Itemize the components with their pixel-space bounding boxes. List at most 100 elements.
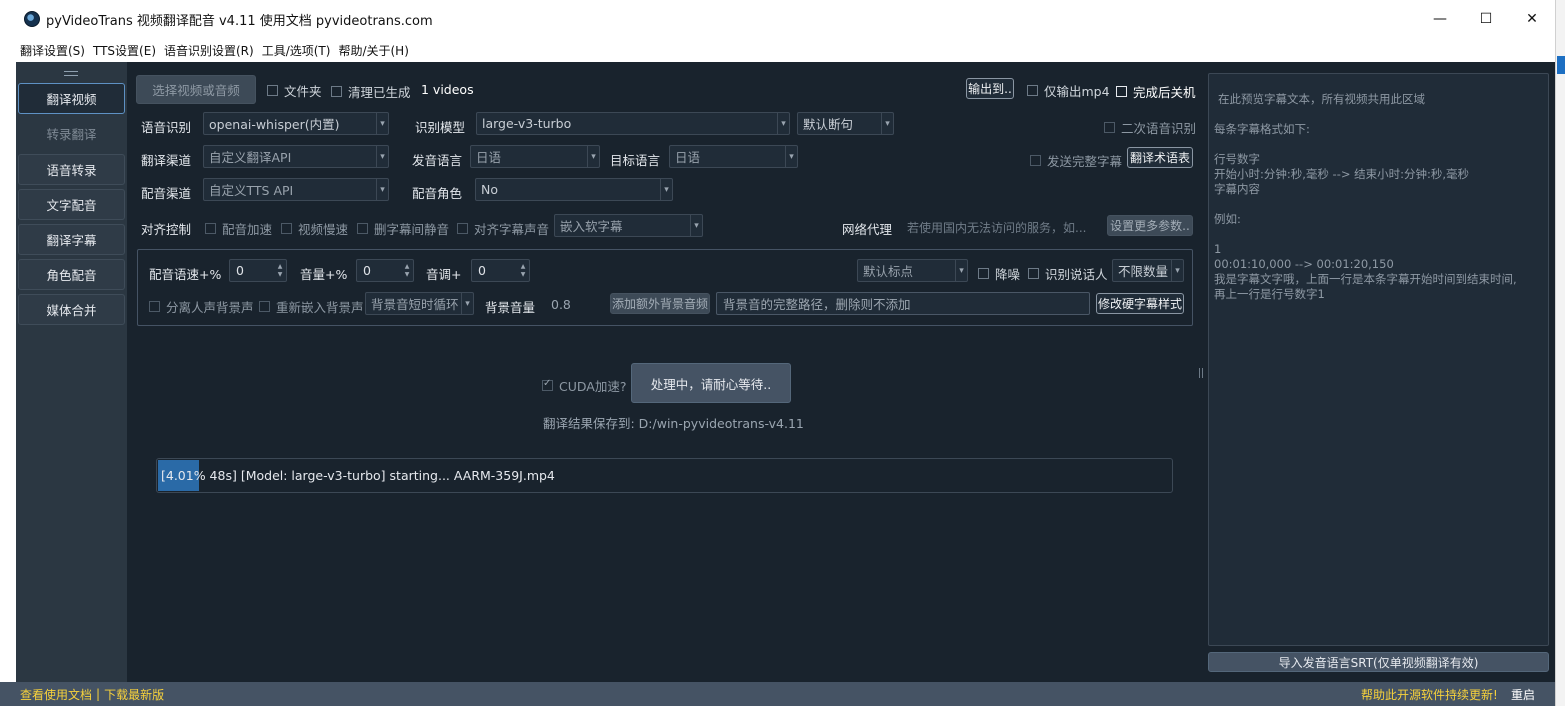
import-srt-button[interactable]: 导入发音语言SRT(仅单视频翻译有效) bbox=[1208, 652, 1549, 672]
checkbox-icon bbox=[331, 86, 342, 97]
only-mp4-checkbox[interactable]: 仅输出mp4 bbox=[1027, 81, 1110, 100]
asr-engine-select[interactable]: openai-whisper(内置) ▾ bbox=[203, 112, 389, 135]
download-link[interactable]: 下载最新版 bbox=[104, 686, 164, 703]
folder-checkbox[interactable]: 文件夹 bbox=[267, 81, 322, 100]
progress-text: [4.01% 48s] [Model: large-v3-turbo] star… bbox=[161, 468, 555, 483]
bgm-path-input[interactable]: 背景音的完整路径，删除则不添加 bbox=[716, 292, 1090, 315]
minimize-button[interactable]: — bbox=[1417, 0, 1463, 38]
source-language-label: 发音语言 bbox=[412, 153, 463, 168]
asr-model-select[interactable]: large-v3-turbo ▾ bbox=[476, 112, 790, 135]
sidebar-item-translate-video[interactable]: 翻译视频 bbox=[18, 83, 125, 114]
chevron-down-icon: ▾ bbox=[690, 215, 702, 236]
window-title: pyVideoTrans 视频翻译配音 v4.11 使用文档 pyvideotr… bbox=[46, 13, 433, 29]
menu-help[interactable]: 帮助/关于(H) bbox=[334, 42, 412, 59]
menu-asr-settings[interactable]: 语音识别设置(R) bbox=[160, 42, 258, 59]
separate-vocals-checkbox[interactable]: 分离人声背景声 bbox=[149, 297, 254, 316]
shutdown-after-checkbox[interactable]: 完成后关机 bbox=[1116, 82, 1196, 101]
bgm-volume-value[interactable]: 0.8 bbox=[551, 297, 571, 312]
dub-rate-stepper[interactable]: 0 ▲ ▼ bbox=[229, 259, 287, 282]
sidebar-item-translate-subtitle[interactable]: 翻译字幕 bbox=[18, 224, 125, 255]
pitch-label: 音调+ bbox=[426, 267, 462, 282]
stepper-arrows-icon[interactable]: ▲ ▼ bbox=[274, 260, 286, 281]
denoise-checkbox[interactable]: 降噪 bbox=[978, 264, 1020, 283]
menu-tts-settings[interactable]: TTS设置(E) bbox=[89, 42, 160, 59]
asr-model-label: 识别模型 bbox=[415, 120, 466, 135]
glossary-button[interactable]: 翻译术语表 bbox=[1127, 147, 1193, 168]
preview-line: 每条字幕格式如下: bbox=[1214, 122, 1310, 136]
preview-placeholder: 在此预览字幕文本，所有视频共用此区域 bbox=[1218, 92, 1425, 106]
asr-label: 语音识别 bbox=[141, 120, 192, 135]
sidebar-item-text-dubbing[interactable]: 文字配音 bbox=[18, 189, 125, 220]
volume-stepper[interactable]: 0 ▲ ▼ bbox=[356, 259, 414, 282]
proxy-input[interactable]: 若使用国内无法访问的服务，如... bbox=[907, 219, 1086, 236]
cuda-checkbox[interactable]: CUDA加速? bbox=[542, 376, 626, 395]
hard-subtitle-style-button[interactable]: 修改硬字幕样式 bbox=[1096, 293, 1184, 314]
restart-button[interactable]: 重启 bbox=[1511, 686, 1535, 703]
preview-line: 开始小时:分钟:秒,毫秒 --> 结束小时:分钟:秒,毫秒 bbox=[1214, 167, 1470, 181]
add-bgm-button[interactable]: 添加额外背景音频 bbox=[610, 293, 710, 314]
voice-role-label: 配音角色 bbox=[412, 186, 463, 201]
chevron-down-icon: ▾ bbox=[376, 179, 388, 200]
stepper-arrows-icon[interactable]: ▲ ▼ bbox=[401, 260, 413, 281]
stepper-arrows-icon[interactable]: ▲ ▼ bbox=[517, 260, 529, 281]
align-subtitle-checkbox[interactable]: 对齐字幕声音 bbox=[457, 219, 549, 238]
more-settings-button[interactable]: 设置更多参数.. bbox=[1107, 215, 1193, 236]
output-to-button[interactable]: 输出到.. bbox=[966, 78, 1014, 99]
target-language-select[interactable]: 日语 ▾ bbox=[669, 145, 798, 168]
sidebar-item-role-dubbing[interactable]: 角色配音 bbox=[18, 259, 125, 290]
tts-channel-select[interactable]: 自定义TTS API ▾ bbox=[203, 178, 389, 201]
title-bar: pyVideoTrans 视频翻译配音 v4.11 使用文档 pyvideotr… bbox=[0, 0, 1555, 38]
sidebar-grip-icon[interactable] bbox=[64, 71, 78, 76]
status-bar: 查看使用文档 | 下载最新版 帮助此开源软件持续更新! 重启 bbox=[0, 682, 1555, 706]
second-asr-checkbox[interactable]: 二次语音识别 bbox=[1104, 118, 1196, 137]
clean-generated-checkbox[interactable]: 清理已生成 bbox=[331, 82, 411, 101]
splitter-handle-icon[interactable] bbox=[1199, 368, 1203, 378]
progress-bar[interactable]: [4.01% 48s] [Model: large-v3-turbo] star… bbox=[156, 458, 1173, 493]
pitch-stepper[interactable]: 0 ▲ ▼ bbox=[471, 259, 530, 282]
support-link[interactable]: 帮助此开源软件持续更新! bbox=[1361, 686, 1498, 703]
split-mode-select[interactable]: 默认断句 ▾ bbox=[797, 112, 894, 135]
voice-role-select[interactable]: No ▾ bbox=[475, 178, 673, 201]
checkbox-icon bbox=[149, 301, 160, 312]
chevron-down-icon: ▾ bbox=[587, 146, 599, 167]
sidebar-item-media-merge[interactable]: 媒体合并 bbox=[18, 294, 125, 325]
punctuation-select[interactable]: 默认标点 ▾ bbox=[857, 259, 968, 282]
checkbox-icon bbox=[1027, 85, 1038, 96]
send-full-subtitle-checkbox[interactable]: 发送完整字幕 bbox=[1030, 151, 1122, 170]
maximize-button[interactable]: ☐ bbox=[1463, 0, 1509, 38]
menu-translate-settings[interactable]: 翻译设置(S) bbox=[16, 42, 89, 59]
docs-link[interactable]: 查看使用文档 bbox=[20, 686, 92, 703]
start-processing-button[interactable]: 处理中，请耐心等待.. bbox=[631, 363, 791, 403]
sidebar-item-transcribe-translate[interactable]: 转录翻译 bbox=[18, 118, 125, 149]
translate-channel-select[interactable]: 自定义翻译API ▾ bbox=[203, 145, 389, 168]
preview-line: 我是字幕文字哦，上面一行是本条字幕开始时间到结束时间, bbox=[1214, 272, 1517, 286]
translate-channel-label: 翻译渠道 bbox=[141, 153, 192, 168]
chevron-down-icon: ▾ bbox=[955, 260, 967, 281]
target-language-label: 目标语言 bbox=[610, 153, 661, 168]
chevron-down-icon: ▾ bbox=[461, 293, 473, 314]
remove-silence-checkbox[interactable]: 删字幕间静音 bbox=[357, 219, 449, 238]
subtitle-embed-select[interactable]: 嵌入软字幕 ▾ bbox=[554, 214, 703, 237]
proxy-label: 网络代理 bbox=[842, 222, 893, 237]
close-button[interactable]: ✕ bbox=[1509, 0, 1555, 38]
speaker-recognition-checkbox[interactable]: 识别说话人 bbox=[1028, 264, 1108, 283]
volume-label: 音量+% bbox=[300, 267, 348, 282]
preview-line: 1 bbox=[1214, 242, 1222, 256]
dub-rate-label: 配音语速+% bbox=[149, 267, 222, 282]
checkbox-icon bbox=[1116, 86, 1127, 97]
dub-speedup-checkbox[interactable]: 配音加速 bbox=[205, 219, 272, 238]
menu-tools[interactable]: 工具/选项(T) bbox=[258, 42, 335, 59]
reembed-background-checkbox[interactable]: 重新嵌入背景声 bbox=[259, 297, 364, 316]
chevron-down-icon: ▾ bbox=[777, 113, 789, 134]
video-slowdown-checkbox[interactable]: 视频慢速 bbox=[281, 219, 348, 238]
speaker-count-select[interactable]: 不限数量 ▾ bbox=[1112, 259, 1184, 282]
checkbox-checked-icon bbox=[542, 378, 553, 391]
save-path-text[interactable]: 翻译结果保存到: D:/win-pyvideotrans-v4.11 bbox=[543, 413, 804, 432]
main-area: 翻译视频 转录翻译 语音转录 文字配音 翻译字幕 角色配音 媒体合并 选择视频或… bbox=[16, 62, 1555, 682]
select-media-button[interactable]: 选择视频或音频 bbox=[136, 75, 256, 104]
source-language-select[interactable]: 日语 ▾ bbox=[470, 145, 600, 168]
sidebar-item-speech-transcribe[interactable]: 语音转录 bbox=[18, 154, 125, 185]
background-window-accent bbox=[1557, 56, 1565, 74]
subtitle-preview-area[interactable]: 在此预览字幕文本，所有视频共用此区域 每条字幕格式如下: 行号数字 开始小时:分钟… bbox=[1208, 73, 1549, 646]
bgm-loop-select[interactable]: 背景音短时循环 ▾ bbox=[365, 292, 474, 315]
